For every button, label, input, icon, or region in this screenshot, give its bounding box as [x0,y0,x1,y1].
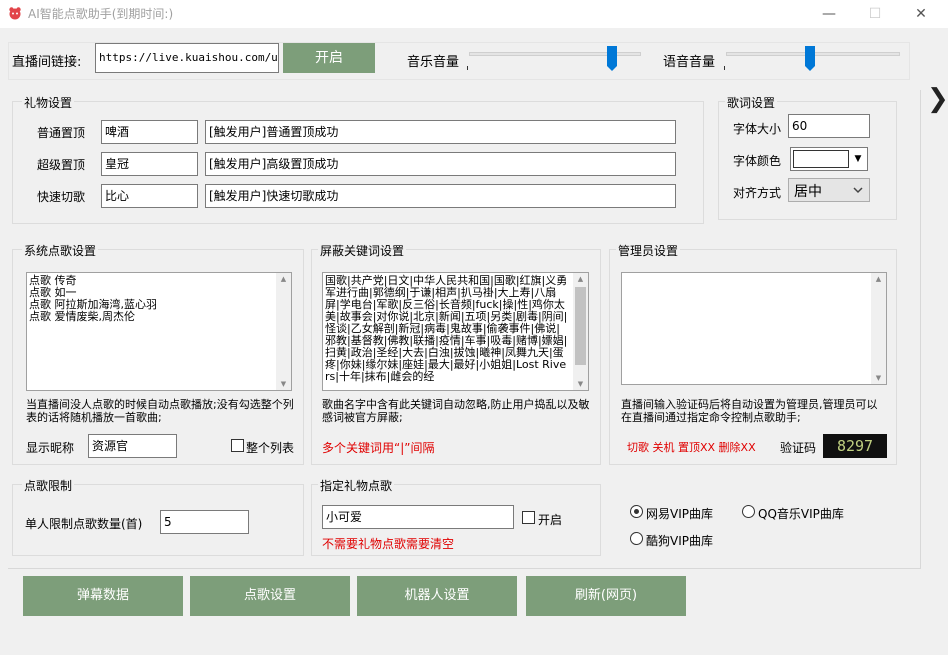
window-title: AI智能点歌助手(到期时间:) [28,7,174,21]
align-selected-value: 居中 [794,184,822,200]
danmaku-data-button[interactable]: 弹幕数据 [23,576,183,616]
blocked-keywords-hint: 歌曲名字中含有此关键词自动忽略,防止用户捣乱以及敏感词被官方屏蔽; [322,398,590,424]
close-button[interactable]: ✕ [898,0,944,28]
music-volume-label: 音乐音量 [407,55,460,70]
gift-song-hint: 不需要礼物点歌需要清空 [322,537,455,551]
blocked-keywords-title: 屏蔽关键词设置 [318,242,407,259]
code-label: 验证码 [780,441,817,455]
gift-message-input[interactable]: [触发用户]快速切歌成功 [205,184,676,208]
gift-row-label: 超级置顶 [37,158,86,172]
keywords-separator-hint: 多个关键词用“|”间隔 [322,441,435,455]
gift-row-label: 快速切歌 [37,190,86,204]
chevron-down-icon [853,187,863,194]
blocked-keywords-textarea[interactable]: 国歌|共产党|日文|中华人民共和国|国歌|红旗|义勇军进行曲|郭德纲|于谦|相声… [322,272,589,391]
start-button[interactable]: 开启 [283,43,375,73]
side-expand-arrow-icon[interactable]: ❯ [927,84,948,114]
divider [920,90,921,569]
scroll-thumb[interactable] [575,287,586,365]
verification-code-display: 8297 [823,434,887,458]
voice-volume-slider[interactable] [720,46,906,72]
admin-hint: 直播间输入验证码后将自动设置为管理员,管理员可以在直播间通过指定命令控制点歌助手… [621,398,878,424]
system-songs-textarea[interactable]: 点歌 传奇 点歌 如一 点歌 阿拉斯加海湾,蓝心羽 点歌 爱情废柴,周杰伦 ▲ … [26,272,292,391]
scrollbar[interactable]: ▲ ▼ [276,273,291,390]
live-url-input[interactable]: https://live.kuaishou.com/u/3x [95,43,279,73]
nickname-label: 显示昵称 [26,441,75,455]
voice-volume-thumb[interactable] [804,46,815,71]
refresh-web-button[interactable]: 刷新(网页) [526,576,686,616]
song-limit-input[interactable]: 5 [160,510,249,534]
vip-source-label: 网易VIP曲库 [646,507,713,521]
gift-name-input[interactable]: 比心 [101,184,198,208]
vip-source-label: 酷狗VIP曲库 [646,534,713,548]
song-limit-label: 单人限制点歌数量(首) [25,517,143,531]
scroll-up-icon[interactable]: ▲ [276,273,291,285]
color-swatch [793,150,849,168]
song-limit-title: 点歌限制 [22,477,75,494]
gift-name-input[interactable]: 啤酒 [101,120,198,144]
whole-list-checkbox[interactable] [231,439,244,452]
scrollbar[interactable]: ▲ ▼ [871,273,886,384]
scroll-up-icon[interactable]: ▲ [573,273,588,285]
whole-list-label: 整个列表 [246,441,295,455]
slider-tick [724,66,725,70]
gift-message-input[interactable]: [触发用户]普通置顶成功 [205,120,676,144]
admin-settings-title: 管理员设置 [616,242,681,259]
music-volume-slider[interactable] [463,46,647,72]
system-songs-hint: 当直播间没人点歌的时候自动点歌播放;没有勾选整个列表的话将随机播放一首歌曲; [26,398,294,424]
gift-settings-title: 礼物设置 [22,94,75,111]
gift-name-input[interactable]: 皇冠 [101,152,198,176]
font-size-input[interactable]: 60 [788,114,870,138]
font-size-label: 字体大小 [733,122,782,136]
gift-song-title: 指定礼物点歌 [318,477,395,494]
music-volume-thumb[interactable] [606,46,617,71]
chevron-down-icon: ▼ [854,154,862,164]
gift-song-enable-checkbox[interactable] [522,511,535,524]
font-color-select[interactable]: ▼ [790,147,868,171]
divider [8,568,920,569]
admin-commands: 切歌 关机 置顶XX 删除XX [627,441,756,454]
minimize-button[interactable]: — [806,0,852,28]
app-logo-icon [9,7,21,20]
scroll-down-icon[interactable]: ▼ [573,378,588,390]
slider-tick [467,66,468,70]
lyrics-settings-title: 歌词设置 [725,94,778,111]
url-label: 直播间链接: [12,55,82,70]
nickname-input[interactable]: 资源官 [88,434,177,458]
song-settings-button[interactable]: 点歌设置 [190,576,350,616]
keywords-text: 国歌|共产党|日文|中华人民共和国|国歌|红旗|义勇军进行曲|郭德纲|于谦|相声… [325,274,568,383]
scrollbar[interactable]: ▲ ▼ [573,273,588,390]
admin-textarea[interactable]: ▲ ▼ [621,272,887,385]
scroll-up-icon[interactable]: ▲ [871,273,886,285]
gift-message-input[interactable]: [触发用户]高级置顶成功 [205,152,676,176]
align-select[interactable]: 居中 [788,178,870,202]
voice-volume-label: 语音音量 [663,55,716,70]
song-line: 点歌 爱情废柴,周杰伦 [29,310,135,323]
gift-song-input[interactable]: 小可爱 [322,505,514,529]
font-color-label: 字体颜色 [733,154,782,168]
gift-row-label: 普通置顶 [37,126,86,140]
maximize-button[interactable]: ☐ [852,0,898,28]
vip-source-label: QQ音乐VIP曲库 [758,507,844,521]
vip-source-radio[interactable] [742,505,755,518]
align-label: 对齐方式 [733,186,782,200]
title-bar: AI智能点歌助手(到期时间:) — ☐ ✕ [0,0,948,28]
system-songs-title: 系统点歌设置 [22,242,99,259]
vip-source-radio[interactable] [630,532,643,545]
vip-source-radio[interactable] [630,505,643,518]
robot-settings-button[interactable]: 机器人设置 [357,576,517,616]
gift-song-enable-label: 开启 [538,513,563,527]
scroll-down-icon[interactable]: ▼ [276,378,291,390]
scroll-down-icon[interactable]: ▼ [871,372,886,384]
